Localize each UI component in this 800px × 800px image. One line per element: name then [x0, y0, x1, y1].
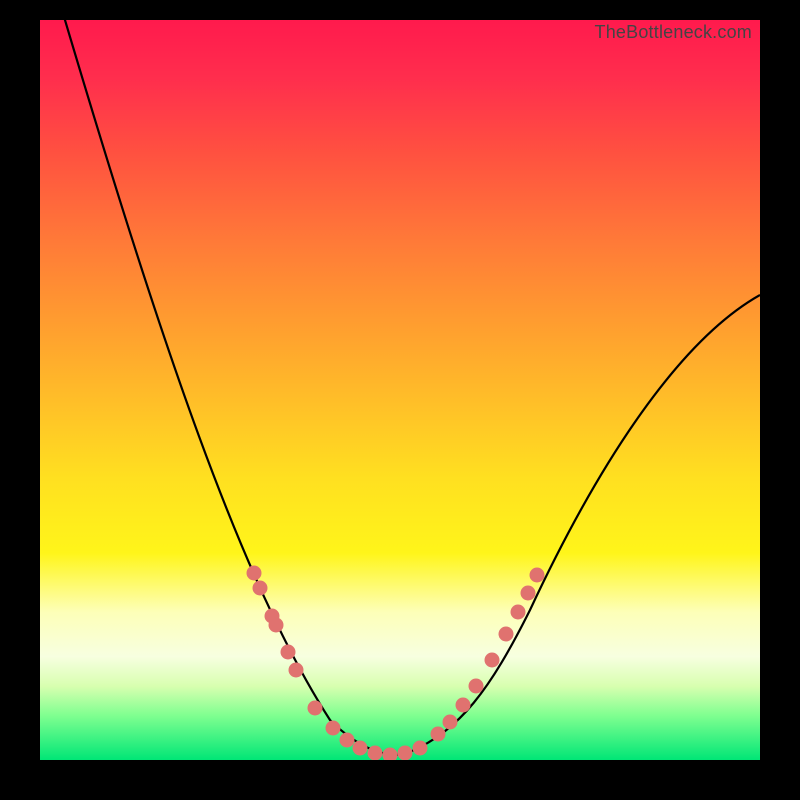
data-point — [456, 698, 471, 713]
data-point — [340, 733, 355, 748]
data-point — [308, 701, 323, 716]
data-point — [368, 746, 383, 761]
data-point — [431, 727, 446, 742]
data-point — [511, 605, 526, 620]
data-point — [443, 715, 458, 730]
marker-group — [247, 566, 545, 761]
data-point — [353, 741, 368, 756]
data-point — [530, 568, 545, 583]
data-point — [289, 663, 304, 678]
chart-canvas: TheBottleneck.com — [40, 20, 760, 760]
data-point — [383, 748, 398, 761]
data-point — [521, 586, 536, 601]
data-point — [499, 627, 514, 642]
data-point — [398, 746, 413, 761]
data-point — [326, 721, 341, 736]
data-point — [247, 566, 262, 581]
data-point — [485, 653, 500, 668]
chart-svg — [40, 20, 760, 760]
data-point — [469, 679, 484, 694]
bottleneck-curve — [62, 20, 760, 755]
data-point — [269, 618, 284, 633]
data-point — [253, 581, 268, 596]
data-point — [413, 741, 428, 756]
data-point — [281, 645, 296, 660]
